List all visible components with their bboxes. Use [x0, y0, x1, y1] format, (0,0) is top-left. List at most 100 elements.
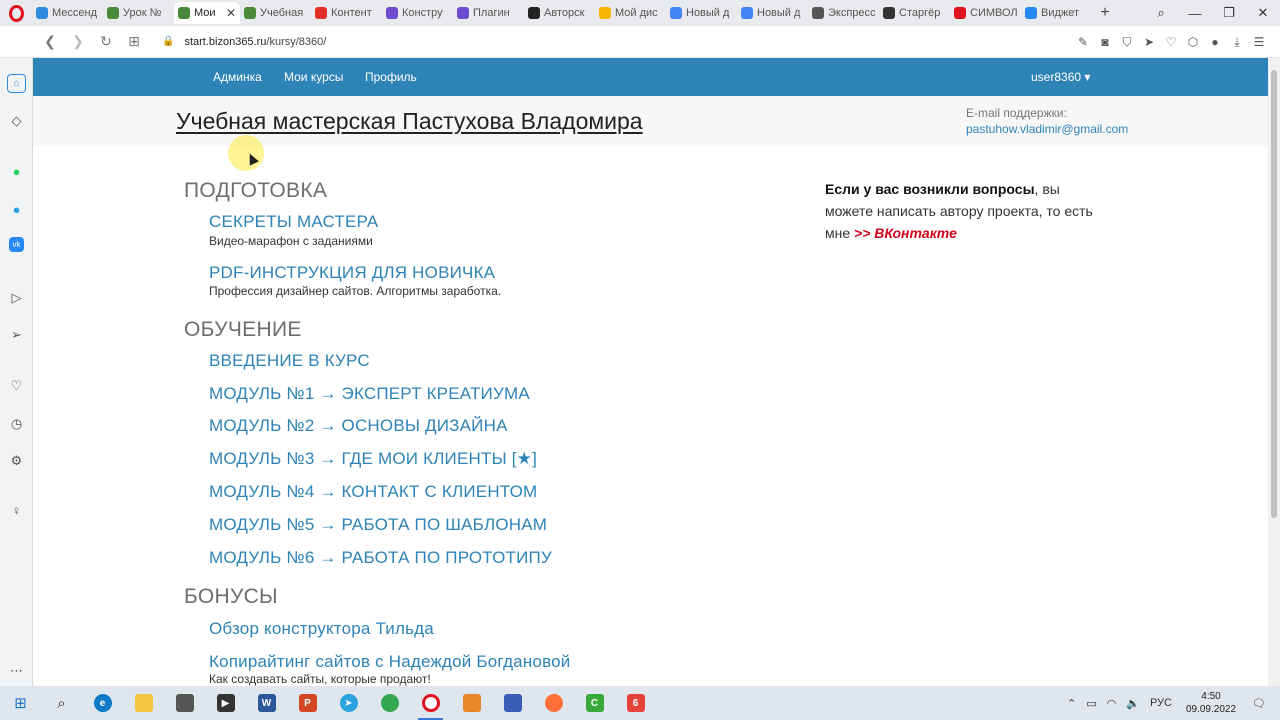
- windows-start-icon[interactable]: ⊞: [0, 686, 41, 720]
- tab-strip: Мессенд Урок № Мои ✕ Учебная Контент Констру Пл…: [0, 0, 1280, 26]
- tabs-grid-icon[interactable]: ⊞: [120, 33, 148, 50]
- home-icon[interactable]: ⌂: [7, 74, 26, 93]
- cube-icon[interactable]: ⬡: [1182, 35, 1204, 49]
- nav-my-courses-link[interactable]: Мои курсы: [284, 70, 343, 84]
- menu-icon[interactable]: ☰: [1248, 35, 1270, 49]
- browser-tab[interactable]: Авторск: [524, 2, 595, 24]
- tab-close-icon[interactable]: ✕: [226, 6, 236, 20]
- course-link-module-4[interactable]: МОДУЛЬ №4 → КОНТАКТ С КЛИЕНТОМ: [209, 482, 537, 502]
- edit-icon[interactable]: ✎: [1072, 35, 1094, 49]
- browser-tab[interactable]: Экспресс: [808, 2, 879, 24]
- send-icon[interactable]: ➤: [1138, 35, 1160, 49]
- browser-tab[interactable]: Учебная: [240, 2, 311, 24]
- page-content: Админка Мои курсы Профиль user8360 ▾ Уче…: [33, 58, 1268, 686]
- camera-icon[interactable]: ◙: [1094, 35, 1116, 49]
- reload-icon[interactable]: ↻: [92, 33, 120, 50]
- search-tabs-icon[interactable]: ⌕: [1144, 5, 1178, 21]
- bookmarks-icon[interactable]: ♡: [7, 376, 26, 395]
- tab-favicon-icon: [599, 7, 611, 19]
- course-link-module-6[interactable]: МОДУЛЬ №6 → РАБОТА ПО ПРОТОТИПУ: [209, 548, 552, 568]
- browser-tab[interactable]: Виджет: [1021, 2, 1092, 24]
- user-menu-dropdown[interactable]: user8360 ▾: [1031, 70, 1090, 84]
- whatsapp-icon[interactable]: ●: [7, 162, 26, 181]
- back-icon[interactable]: ❮: [36, 33, 64, 50]
- browser-tab[interactable]: Мессенд: [32, 2, 103, 24]
- vk-contact-link[interactable]: >> ВКонтакте: [854, 225, 957, 241]
- firefox-icon[interactable]: [533, 686, 574, 720]
- course-link-module-2[interactable]: МОДУЛЬ №2 → ОСНОВЫ ДИЗАЙНА: [209, 416, 508, 436]
- tab-favicon-icon: [741, 7, 753, 19]
- telegram-icon[interactable]: ●: [7, 200, 26, 219]
- edge-icon[interactable]: e: [82, 686, 123, 720]
- chrome-icon[interactable]: [369, 686, 410, 720]
- save-app-icon[interactable]: [492, 686, 533, 720]
- wifi-icon[interactable]: ◠: [1107, 697, 1117, 710]
- word-icon[interactable]: W: [246, 686, 287, 720]
- vk-icon[interactable]: vk: [9, 237, 24, 252]
- pinboard-icon[interactable]: ◇: [7, 111, 26, 130]
- minimize-icon[interactable]: —: [1178, 6, 1212, 21]
- course-link-pdf[interactable]: PDF-ИНСТРУКЦИЯ ДЛЯ НОВИЧКА: [209, 263, 495, 283]
- telegram-app-icon[interactable]: ➤: [328, 686, 369, 720]
- section-heading-bonus: БОНУСЫ: [184, 585, 278, 608]
- browser-tab[interactable]: Констру: [382, 2, 453, 24]
- browser-tab[interactable]: Урок №: [103, 2, 174, 24]
- taskbar-search-icon[interactable]: ⌕: [41, 686, 82, 720]
- course-link-module-5[interactable]: МОДУЛЬ №5 → РАБОТА ПО ШАБЛОНАМ: [209, 515, 547, 535]
- volume-icon[interactable]: 🔈: [1126, 697, 1140, 710]
- flow-icon[interactable]: ➢: [7, 325, 26, 344]
- browser-tab[interactable]: Плагин: [453, 2, 524, 24]
- download-icon[interactable]: ⤓: [1226, 35, 1248, 50]
- course-link-copywriting[interactable]: Копирайтинг сайтов с Надеждой Богдановой: [209, 652, 570, 672]
- tab-label: Урок №: [123, 7, 162, 19]
- browser-tab[interactable]: Мои ✕: [174, 2, 240, 24]
- profile-icon[interactable]: ●: [1204, 35, 1226, 49]
- heart-icon[interactable]: ♡: [1160, 35, 1182, 49]
- shield-icon[interactable]: ⛉: [1116, 35, 1138, 50]
- recorder-icon[interactable]: 6: [615, 686, 656, 720]
- tips-icon[interactable]: ♀: [7, 501, 26, 520]
- browser-tab[interactable]: Мой дис: [595, 2, 666, 24]
- new-tab-button[interactable]: +: [1092, 4, 1118, 22]
- url-path: /kursy/8360/: [266, 35, 327, 48]
- browser-tab[interactable]: Новый д: [737, 2, 808, 24]
- forward-icon[interactable]: ❯: [64, 33, 92, 50]
- powerpoint-icon[interactable]: P: [287, 686, 328, 720]
- video-editor-icon[interactable]: ▶: [205, 686, 246, 720]
- course-link-module-3[interactable]: МОДУЛЬ №3 → ГДЕ МОИ КЛИЕНТЫ [★]: [209, 449, 537, 469]
- tray-chevron-icon[interactable]: ⌃: [1067, 697, 1076, 710]
- battery-icon[interactable]: ▭: [1086, 697, 1096, 710]
- nav-profile-link[interactable]: Профиль: [365, 70, 417, 84]
- site-title-link[interactable]: Учебная мастерская Пастухова Владомира: [176, 108, 643, 135]
- nav-admin-link[interactable]: Админка: [213, 70, 262, 84]
- windows-taskbar: ⊞ ⌕ e ▶ W P ➤ C 6 ⌃ ▭ ◠ 🔈 РУС 4:50 09.09…: [0, 686, 1280, 720]
- camtasia-icon[interactable]: C: [574, 686, 615, 720]
- history-icon[interactable]: ◷: [7, 414, 26, 433]
- store-icon[interactable]: [164, 686, 205, 720]
- browser-tab[interactable]: Контент: [311, 2, 382, 24]
- url-field[interactable]: 🔒 start.bizon365.ru/kursy/8360/: [162, 36, 326, 48]
- browser-tab[interactable]: СИМВОЛ: [950, 2, 1021, 24]
- course-link-tilda[interactable]: Обзор конструктора Тильда: [209, 619, 434, 639]
- tab-label: Экспресс: [828, 7, 875, 19]
- opera-app-icon[interactable]: [410, 686, 451, 720]
- browser-tab[interactable]: Новый д: [666, 2, 737, 24]
- settings-icon[interactable]: ⚙: [7, 451, 26, 470]
- notifications-icon[interactable]: 🗨: [1252, 697, 1266, 710]
- support-email-link[interactable]: pastuhow.vladimir@gmail.com: [966, 122, 1128, 136]
- close-window-icon[interactable]: ✕: [1246, 5, 1280, 21]
- course-link-intro[interactable]: ВВЕДЕНИЕ В КУРС: [209, 351, 370, 371]
- course-link-module-1[interactable]: МОДУЛЬ №1 → ЭКСПЕРТ КРЕАТИУМА: [209, 384, 530, 404]
- player-icon[interactable]: ▷: [7, 288, 26, 307]
- restore-icon[interactable]: ❐: [1212, 5, 1246, 21]
- browser-tab[interactable]: Старгёр: [879, 2, 950, 24]
- page-scrollbar[interactable]: [1268, 58, 1280, 686]
- scrollbar-thumb[interactable]: [1271, 70, 1277, 518]
- input-language[interactable]: РУС: [1150, 697, 1172, 709]
- file-explorer-icon[interactable]: [123, 686, 164, 720]
- course-link-secrets[interactable]: СЕКРЕТЫ МАСТЕРА: [209, 212, 378, 232]
- app-orange-icon[interactable]: [451, 686, 492, 720]
- opera-logo-icon[interactable]: [0, 0, 32, 26]
- clock[interactable]: 4:50 09.09.2022: [1186, 690, 1236, 716]
- more-icon[interactable]: ⋯: [7, 661, 26, 680]
